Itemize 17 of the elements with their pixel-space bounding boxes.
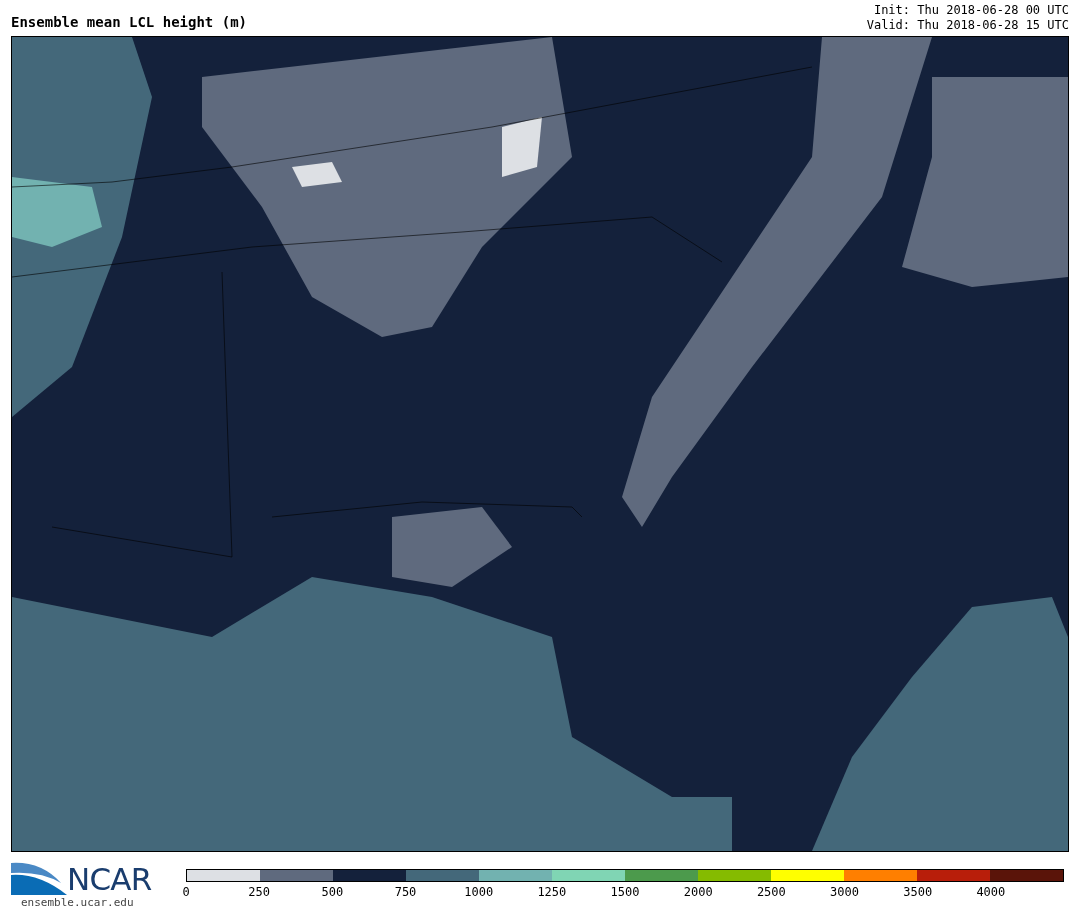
colorbar-tick-label: 750	[394, 884, 417, 901]
logo-url: ensemble.ucar.edu	[21, 895, 135, 911]
colorbar-tick-label: 1250	[537, 884, 567, 901]
colorbar-tick-label: 3000	[830, 884, 859, 901]
colorbar-tick-label: 1000	[464, 884, 494, 901]
colorbar-tick-label: 4000	[976, 884, 1006, 901]
colorbar-tick-label: 3500	[903, 884, 933, 901]
valid-time: Valid: Thu 2018-06-28 15 UTC	[866, 18, 1069, 33]
colorbar-tick-label: 2500	[756, 884, 786, 901]
colorbar-tick-label: 2000	[683, 884, 713, 901]
colorbar-tick-label: 500	[321, 884, 344, 901]
logo-text: NCAR	[67, 864, 152, 895]
map-title: Ensemble mean LCL height (m)	[11, 13, 247, 32]
colorbar-tick-label: 250	[248, 884, 270, 901]
colorbar-tick-label: 0	[182, 884, 190, 901]
colorbar-tick-label: 1500	[610, 884, 640, 901]
init-time: Init: Thu 2018-06-28 00 UTC	[873, 3, 1069, 18]
